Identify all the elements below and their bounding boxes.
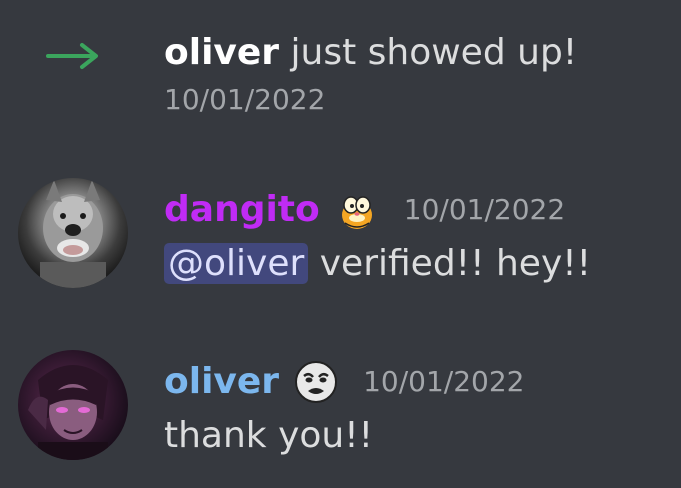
username[interactable]: dangito (164, 187, 320, 233)
system-join-message: oliver just showed up! 10/01/2022 (0, 20, 681, 130)
join-text: oliver just showed up! (164, 30, 577, 76)
join-message: just showed up! (279, 32, 578, 73)
garfield-emoji-icon (341, 196, 372, 229)
join-arrow-icon (46, 43, 98, 69)
message-item[interactable]: oliver 10/01/2022 thank you!! (0, 340, 681, 465)
message-timestamp[interactable]: 10/01/2022 (363, 359, 524, 405)
message-item[interactable]: dangito 10/01/2022 @oliver verified!! he… (0, 168, 681, 293)
message-text: verified!! hey!! (308, 243, 592, 284)
troll-face-emoji-icon (295, 361, 338, 403)
user-mention[interactable]: @oliver (164, 243, 309, 284)
message-timestamp[interactable]: 10/01/2022 (404, 187, 565, 233)
message-content: @oliver verified!! hey!! (164, 240, 591, 288)
message-header: oliver 10/01/2022 (164, 358, 524, 406)
dog-avatar-icon (40, 180, 106, 288)
message-text: thank you!! (164, 415, 374, 456)
anime-character-avatar-icon (28, 365, 108, 460)
message-header: dangito 10/01/2022 (164, 186, 565, 234)
join-username[interactable]: oliver (164, 32, 279, 73)
avatar[interactable] (18, 178, 128, 288)
chat-message-list: oliver just showed up! 10/01/2022 dangit… (0, 0, 681, 488)
join-timestamp[interactable]: 10/01/2022 (164, 82, 325, 118)
message-content: thank you!! (164, 412, 373, 460)
username[interactable]: oliver (164, 359, 279, 405)
avatar[interactable] (18, 350, 128, 460)
